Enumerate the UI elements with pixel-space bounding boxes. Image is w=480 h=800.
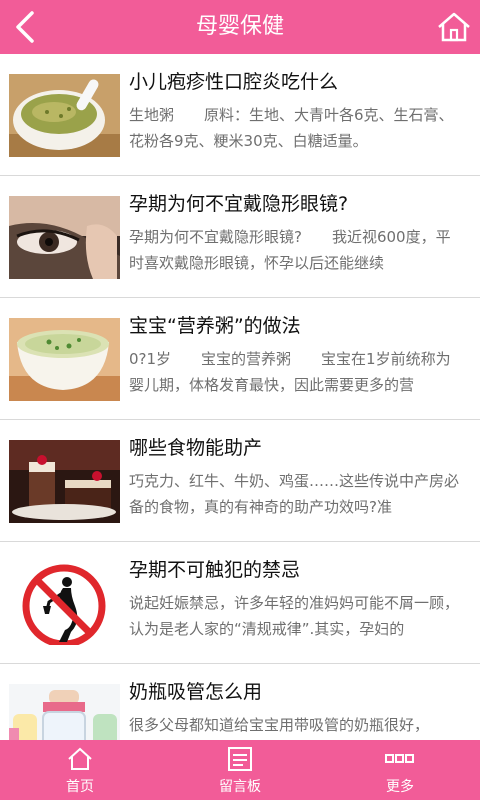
list-item[interactable]: 小儿疱疹性口腔炎吃什么 生地粥 原料：生地、大青叶各6克、生石膏、花粉各9克、粳… <box>0 54 480 176</box>
top-bar: 母婴保健 <box>0 0 480 54</box>
list-item[interactable]: 宝宝“营养粥”的做法 0?1岁 宝宝的营养粥 宝宝在1岁前统称为婴儿期，体格发育… <box>0 298 480 420</box>
eye-contact-lens-image <box>9 196 120 279</box>
article-title: 孕期不可触犯的禁忌 <box>129 559 301 581</box>
article-title: 宝宝“营养粥”的做法 <box>129 315 301 337</box>
article-list: 小儿疱疹性口腔炎吃什么 生地粥 原料：生地、大青叶各6克、生石膏、花粉各9克、粳… <box>0 54 480 740</box>
nav-home[interactable]: 首页 <box>0 740 160 800</box>
nav-message-board-label: 留言板 <box>219 779 261 795</box>
article-description: 说起妊娠禁忌，许多年轻的准妈妈可能不屑一顾，认为是老人家的“清规戒律”.其实，孕… <box>129 594 459 638</box>
list-item[interactable]: 奶瓶吸管怎么用 很多父母都知道给宝宝用带吸管的奶瓶很好， <box>0 664 480 740</box>
article-title: 哪些食物能助产 <box>129 437 263 459</box>
article-description: 0?1岁 宝宝的营养粥 宝宝在1岁前统称为婴儿期，体格发育最快，因此需要更多的营 <box>129 350 451 394</box>
more-dots-icon <box>320 746 480 772</box>
nav-home-label: 首页 <box>66 779 94 795</box>
article-description: 巧克力、红牛、牛奶、鸡蛋……这些传说中产房必备的食物，真的有神奇的助产功效吗?准 <box>129 472 459 516</box>
article-description: 生地粥 原料：生地、大青叶各6克、生石膏、花粉各9克、粳米30克、白糖适量。 <box>129 106 454 150</box>
article-title: 孕期为何不宜戴隐形眼镜? <box>129 193 349 215</box>
bottom-nav: 首页 留言板 更多 <box>0 740 480 800</box>
article-description: 孕期为何不宜戴隐形眼镜? 我近视600度，平时喜欢戴隐形眼镜，怀孕以后还能继续 <box>129 228 451 272</box>
article-description: 很多父母都知道给宝宝用带吸管的奶瓶很好， <box>129 716 430 734</box>
article-title: 奶瓶吸管怎么用 <box>129 681 263 703</box>
pregnant-no-drinking-sign-image <box>9 562 120 645</box>
chocolate-cake-image <box>9 440 120 523</box>
nav-message-board[interactable]: 留言板 <box>160 740 320 800</box>
article-title: 小儿疱疹性口腔炎吃什么 <box>129 71 339 93</box>
nav-more[interactable]: 更多 <box>320 740 480 800</box>
message-board-icon <box>160 746 320 772</box>
home-icon[interactable] <box>436 9 472 45</box>
green-porridge-image <box>9 74 120 157</box>
nav-more-label: 更多 <box>386 779 414 795</box>
list-item[interactable]: 孕期不可触犯的禁忌 说起妊娠禁忌，许多年轻的准妈妈可能不屑一顾，认为是老人家的“… <box>0 542 480 664</box>
baby-bottles-image <box>9 684 120 740</box>
home-icon <box>0 746 160 772</box>
nutrition-porridge-image <box>9 318 120 401</box>
page-title: 母婴保健 <box>195 14 284 39</box>
list-item[interactable]: 孕期为何不宜戴隐形眼镜? 孕期为何不宜戴隐形眼镜? 我近视600度，平时喜欢戴隐… <box>0 176 480 298</box>
list-item[interactable]: 哪些食物能助产 巧克力、红牛、牛奶、鸡蛋……这些传说中产房必备的食物，真的有神奇… <box>0 420 480 542</box>
